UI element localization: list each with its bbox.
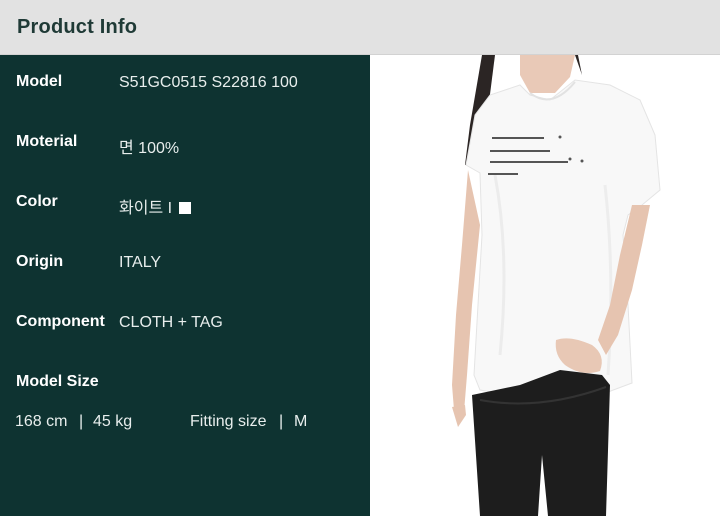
spec-row-color: Color 화이트 I xyxy=(0,193,370,217)
spec-row-component: Component CLOTH + TAG xyxy=(0,313,370,337)
spec-panel: Model S51GC0515 S22816 100 Moterial 면 10… xyxy=(0,55,370,516)
spec-label-color: Color xyxy=(16,193,58,210)
model-size-label: Model Size xyxy=(16,373,99,390)
fitting-size-value: M xyxy=(294,413,308,430)
product-photo xyxy=(370,55,720,516)
spec-label-material: Moterial xyxy=(16,133,78,150)
spec-value-origin: ITALY xyxy=(119,254,162,271)
size-separator-2: | xyxy=(279,413,284,430)
spec-value-component: CLOTH + TAG xyxy=(119,314,223,331)
spec-value-material: 면 100% xyxy=(119,140,180,157)
model-size-row: Model Size xyxy=(0,373,370,397)
spec-label-model: Model xyxy=(16,73,63,90)
spec-value-color: 화이트 I xyxy=(119,194,191,218)
color-name: 화이트 I xyxy=(119,200,173,217)
spec-label-origin: Origin xyxy=(16,253,64,270)
spec-label-component: Component xyxy=(16,313,105,330)
size-separator: | xyxy=(79,413,84,430)
product-info-header: Product Info xyxy=(0,0,720,55)
fitting-size-label: Fitting size xyxy=(190,413,267,430)
spec-row-material: Moterial 면 100% xyxy=(0,133,370,157)
spec-row-origin: Origin ITALY xyxy=(0,253,370,277)
model-weight: 45 kg xyxy=(93,413,133,430)
color-swatch xyxy=(178,202,191,214)
model-height: 168 cm xyxy=(15,413,68,430)
spec-row-model: Model S51GC0515 S22816 100 xyxy=(0,73,370,97)
page-title: Product Info xyxy=(17,16,138,38)
spec-value-model: S51GC0515 S22816 100 xyxy=(119,74,298,91)
